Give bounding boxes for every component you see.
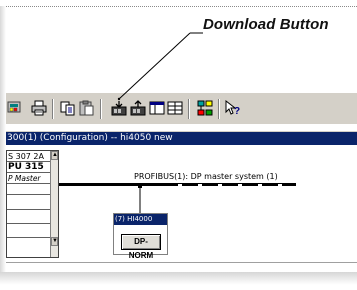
network-icon[interactable] xyxy=(196,99,214,117)
rack-slot[interactable] xyxy=(7,213,52,224)
paste-icon[interactable] xyxy=(78,99,96,117)
rack-slot[interactable] xyxy=(7,227,52,238)
rack-slot[interactable]: S 307 2A xyxy=(7,151,52,162)
config-window-titlebar[interactable]: 300(1) (Configuration) -- hi4050 new xyxy=(6,131,357,145)
profibus-label: PROFIBUS(1): DP master system (1) xyxy=(134,172,278,181)
bus-tick xyxy=(278,184,282,187)
status-strip xyxy=(6,262,357,272)
table-view-icon[interactable] xyxy=(166,99,184,117)
toolbar-separator xyxy=(218,99,220,119)
scroll-down-arrow[interactable]: ▼ xyxy=(51,237,58,246)
rack-slot[interactable] xyxy=(7,184,52,195)
top-dotted-border xyxy=(0,6,357,7)
bottom-shadow xyxy=(0,272,357,290)
dp-norm-module[interactable]: DP-NORM xyxy=(121,234,161,260)
bus-tick xyxy=(258,184,262,187)
help-icon[interactable]: ? xyxy=(224,99,242,117)
upload-from-module-icon[interactable] xyxy=(129,99,147,117)
download-station-icon[interactable] xyxy=(6,99,24,117)
scroll-up-arrow[interactable]: ▲ xyxy=(51,151,58,160)
rack-slot[interactable] xyxy=(7,199,52,210)
toolbar-separator xyxy=(100,99,102,119)
dp-slave-device[interactable]: (7) HI4000 DP-NORM xyxy=(113,213,168,260)
toolbar-separator xyxy=(52,99,54,119)
screenshot-frame: Download Button ? 300(1) (Configuration)… xyxy=(0,0,357,290)
config-window-title: 300(1) (Configuration) -- hi4050 new xyxy=(7,133,173,143)
download-button-callout: Download Button xyxy=(203,16,329,33)
rack-scrollbar[interactable]: ▲ ▼ xyxy=(50,151,58,257)
rack-slot[interactable]: P Master xyxy=(7,173,52,184)
toolbar: ? xyxy=(6,92,357,124)
svg-text:?: ? xyxy=(234,106,240,116)
catalog-icon[interactable] xyxy=(148,99,166,117)
dp-slave-title: (7) HI4000 xyxy=(114,214,167,225)
bus-tick xyxy=(178,184,182,187)
download-to-module-icon[interactable] xyxy=(110,99,128,117)
bus-tick xyxy=(198,184,202,187)
rack-slot[interactable]: PU 315 xyxy=(7,162,52,173)
toolbar-separator xyxy=(188,99,190,119)
bus-tick xyxy=(238,184,242,187)
station-rack[interactable]: S 307 2A PU 315 P Master ▲ ▼ xyxy=(6,150,59,258)
bus-tick xyxy=(218,184,222,187)
print-icon[interactable] xyxy=(30,99,48,117)
copy-icon[interactable] xyxy=(59,99,77,117)
